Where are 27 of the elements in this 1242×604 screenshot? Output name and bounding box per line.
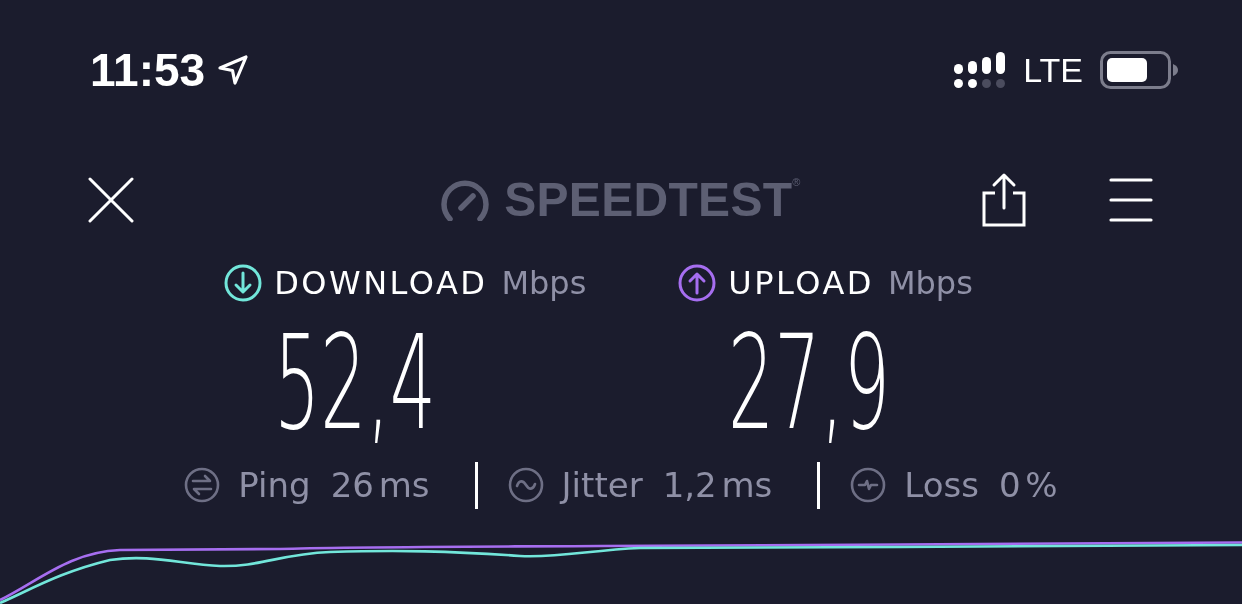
app-logo: SPEEDTEST$^{®}$ <box>504 176 801 224</box>
menu-button[interactable] <box>1109 178 1153 222</box>
menu-icon <box>1109 178 1153 222</box>
result-label: UPLOAD <box>728 267 874 299</box>
speed-value: 52,4 <box>274 318 437 448</box>
metric-label: Jitter <box>561 468 643 502</box>
metric-value: 1,2 ms <box>662 468 773 502</box>
share-icon <box>981 172 1027 228</box>
cell-signal-icon <box>954 51 1007 89</box>
speed-value: 27,9 <box>728 318 891 448</box>
result-unit: Mbps <box>887 267 973 299</box>
close-icon <box>88 177 134 223</box>
wave-icon <box>507 467 544 503</box>
gauge-icon <box>440 179 491 221</box>
result-unit: Mbps <box>501 267 587 299</box>
metric-value: 26 ms <box>330 468 430 502</box>
ping-icon <box>184 467 221 503</box>
metric-value: 0 % <box>998 468 1058 502</box>
battery-icon <box>1100 51 1178 89</box>
close-button[interactable] <box>88 177 134 223</box>
network-type: LTE <box>1023 53 1083 87</box>
metric-label: Ping <box>238 468 311 502</box>
result-label: DOWNLOAD <box>274 267 488 299</box>
share-button[interactable] <box>981 172 1027 228</box>
metric-label: Loss <box>904 468 979 502</box>
status-time: 11:53 <box>90 47 206 93</box>
location-arrow-icon <box>217 54 250 86</box>
